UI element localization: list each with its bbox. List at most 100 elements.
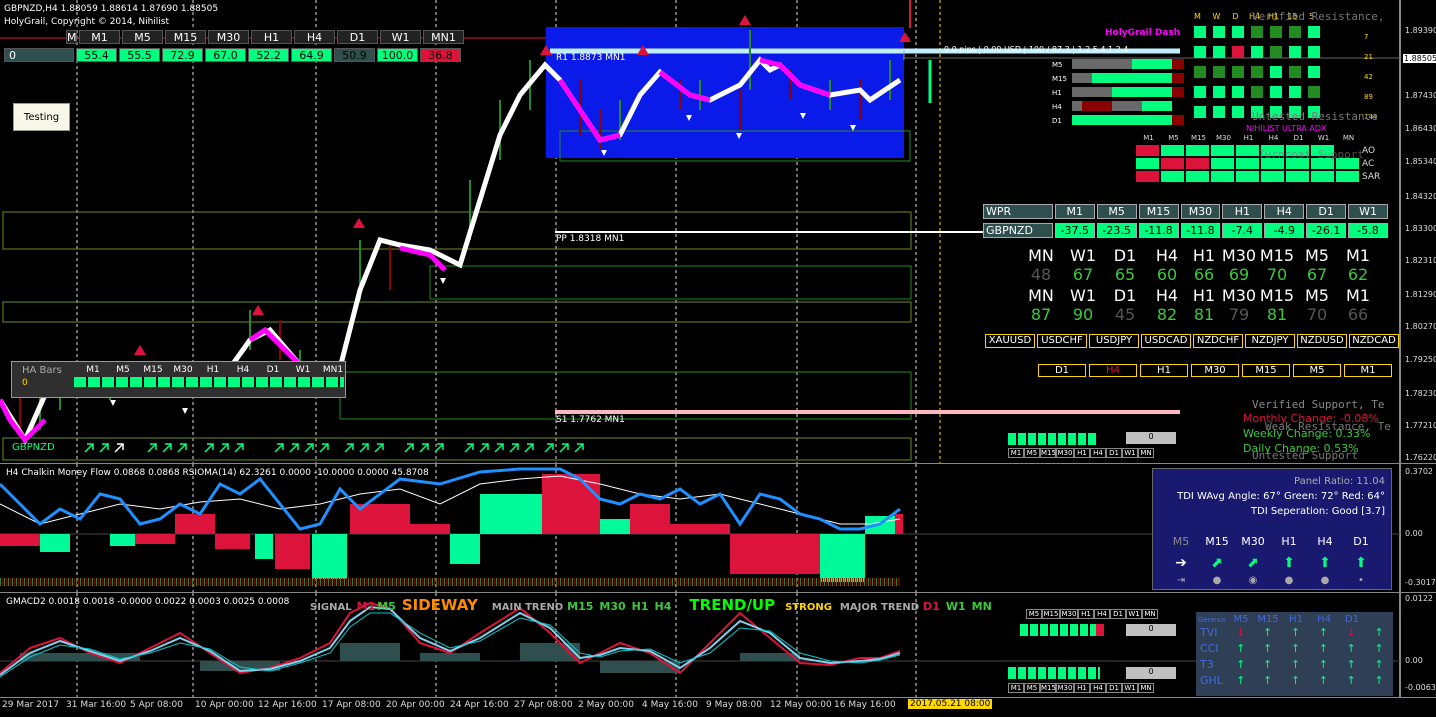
up-arrow-icon: ↑ bbox=[1318, 674, 1328, 687]
mini-bar-strip bbox=[1020, 624, 1096, 636]
wpr-value: -37.5 bbox=[1054, 223, 1095, 238]
mini-label: W1 bbox=[1122, 683, 1138, 693]
strength-value: 81 bbox=[1266, 305, 1288, 324]
pair-button[interactable]: NZDCAD bbox=[1349, 334, 1399, 348]
genesis-col: H4 bbox=[1317, 614, 1331, 625]
adx-col: MN bbox=[1342, 134, 1355, 142]
price-tick: 1.81290 bbox=[1405, 290, 1436, 299]
genesis-col: D1 bbox=[1344, 614, 1360, 625]
strength-label: M1 bbox=[1346, 246, 1370, 265]
wpr-panel: WPR M1 M5 M15 M30 H1 H4 D1 W1 GBPNZD -37… bbox=[983, 204, 1388, 240]
pair-button[interactable]: USDCAD bbox=[1141, 334, 1191, 348]
status-dot-icon: ● bbox=[1212, 575, 1222, 586]
adx-col: M1 bbox=[1143, 134, 1154, 142]
tf-button[interactable]: M30 bbox=[1191, 364, 1239, 377]
strength-value: 67 bbox=[1072, 265, 1094, 284]
ha-label: MN1 bbox=[322, 365, 344, 375]
strength-value: 66 bbox=[1193, 265, 1215, 284]
pair-button[interactable]: XAUUSD bbox=[985, 334, 1035, 348]
time-tick: 17 Apr 08:00 bbox=[322, 700, 381, 710]
tf-value: 100.0 bbox=[377, 48, 418, 62]
strength-label: M15 bbox=[1259, 246, 1295, 265]
mini-label: M30 bbox=[1056, 448, 1074, 458]
tdi-col: H1 bbox=[1281, 535, 1297, 548]
ghost-untested-resistance: Untested Resistance bbox=[1252, 110, 1378, 123]
signal-h1: H1 bbox=[631, 600, 649, 613]
strength-label: W1 bbox=[1070, 286, 1096, 305]
tdi-col: M5 bbox=[1172, 535, 1190, 548]
signal-m5: M5 bbox=[377, 600, 396, 613]
up-arrow-icon: ↑ bbox=[1346, 658, 1356, 671]
pair-button[interactable]: NZDCHF bbox=[1193, 334, 1243, 348]
mini-label: W1 bbox=[1122, 448, 1138, 458]
strength-label: H1 bbox=[1192, 246, 1216, 265]
tf-value: 55.4 bbox=[76, 48, 117, 62]
mini-label: W1 bbox=[1126, 609, 1142, 619]
tf-label: W1 bbox=[380, 30, 421, 44]
tf-button[interactable]: M15 bbox=[1242, 364, 1290, 377]
strength-label: M5 bbox=[1305, 286, 1329, 305]
up-arrow-icon: ↑ bbox=[1290, 642, 1301, 655]
signal-strong: STRONG bbox=[785, 602, 832, 613]
r1-label: R1 1.8873 MN1 bbox=[556, 53, 626, 63]
up-arrow-icon: ↑ bbox=[1236, 642, 1246, 655]
strength-value: 70 bbox=[1306, 305, 1328, 324]
up-arrow-icon: ↑ bbox=[1263, 626, 1273, 639]
cmf-axis-tick: 0.00 bbox=[1405, 529, 1423, 538]
up-arrow-icon: ↑ bbox=[1318, 642, 1328, 655]
ha-value: 0 bbox=[22, 378, 28, 388]
status-dot-icon: ● bbox=[1284, 575, 1294, 586]
tf-button[interactable]: H1 bbox=[1140, 364, 1188, 377]
genesis-table: Genesis M5 M15 H1 H4 D1 TVI ↓ ↑ ↑ ↑ ↓ ↑ CCI ↑ ↑ ↑… bbox=[1196, 612, 1393, 696]
symbol-info: GBPNZD,H4 1.88059 1.88614 1.87690 1.8850… bbox=[4, 4, 219, 14]
mini-label: D1 bbox=[1110, 609, 1126, 619]
pair-button[interactable]: NZDUSD bbox=[1297, 334, 1347, 348]
wpr-col: M15 bbox=[1138, 204, 1179, 219]
mini-label: D1 bbox=[1106, 448, 1122, 458]
mini-bar-end bbox=[1096, 624, 1104, 636]
wpr-symbol: GBPNZD bbox=[983, 223, 1053, 238]
pair-button[interactable]: USDCHF bbox=[1037, 334, 1087, 348]
pair-buttons: XAUUSD USDCHF USDJPY USDCAD NZDCHF NZDJP… bbox=[985, 334, 1399, 348]
pp-label: PP 1.8318 MN1 bbox=[556, 234, 625, 244]
ghost-verified-support: Verified Support, Te bbox=[1252, 398, 1385, 411]
pair-button[interactable]: USDJPY bbox=[1089, 334, 1139, 348]
testing-button[interactable]: Testing bbox=[13, 103, 70, 131]
genesis-row: GHL bbox=[1200, 674, 1223, 687]
strength-value: 60 bbox=[1156, 265, 1178, 284]
mini-bar-strip bbox=[1008, 433, 1098, 445]
genesis-row: CCI bbox=[1200, 642, 1219, 655]
adx-row: SAR bbox=[1362, 172, 1381, 182]
price-tick: 1.87430 bbox=[1405, 91, 1436, 100]
tf-button[interactable]: D1 bbox=[1038, 364, 1086, 377]
price-tick: 1.86430 bbox=[1405, 124, 1436, 133]
tf-button[interactable]: M1 bbox=[1344, 364, 1392, 377]
signal-m30: M30 bbox=[599, 600, 626, 613]
signal-sideway: SIDEWAY bbox=[401, 596, 478, 614]
strength-label: M30 bbox=[1221, 246, 1257, 265]
hg-col: W bbox=[1212, 12, 1221, 21]
hg-num: 7 bbox=[1364, 33, 1369, 41]
cmf-title: H4 Chalkin Money Flow 0.0868 0.0868 RSIO… bbox=[6, 468, 429, 478]
mini-label: H1 bbox=[1078, 609, 1094, 619]
cmf-axis-tick: 0.3702 bbox=[1405, 467, 1433, 476]
hg-col: D bbox=[1232, 12, 1239, 21]
pair-button[interactable]: NZDJPY bbox=[1245, 334, 1295, 348]
tf-button[interactable]: M5 bbox=[1293, 364, 1341, 377]
strength-value: 48 bbox=[1030, 265, 1052, 284]
adx-rows: AO AC SAR bbox=[1362, 145, 1380, 184]
wpr-col: H4 bbox=[1264, 204, 1305, 219]
hg-col: M bbox=[1194, 12, 1201, 21]
ha-arrow-row bbox=[84, 443, 584, 453]
tf-button[interactable]: H4 bbox=[1089, 364, 1137, 377]
wpr-col: W1 bbox=[1348, 204, 1388, 219]
strength-value: 81 bbox=[1193, 305, 1215, 324]
wpr-value: -11.8 bbox=[1138, 223, 1179, 238]
time-tick: 12 May 00:00 bbox=[770, 700, 832, 710]
time-tick: 27 Apr 08:00 bbox=[514, 700, 573, 710]
mini-label: M5 bbox=[1024, 683, 1040, 693]
price-tick: 1.84320 bbox=[1405, 192, 1436, 201]
up-arrow-icon: ⬆ bbox=[1283, 555, 1295, 571]
strength-label: M5 bbox=[1305, 246, 1329, 265]
hg-row: M15 bbox=[1052, 75, 1067, 83]
